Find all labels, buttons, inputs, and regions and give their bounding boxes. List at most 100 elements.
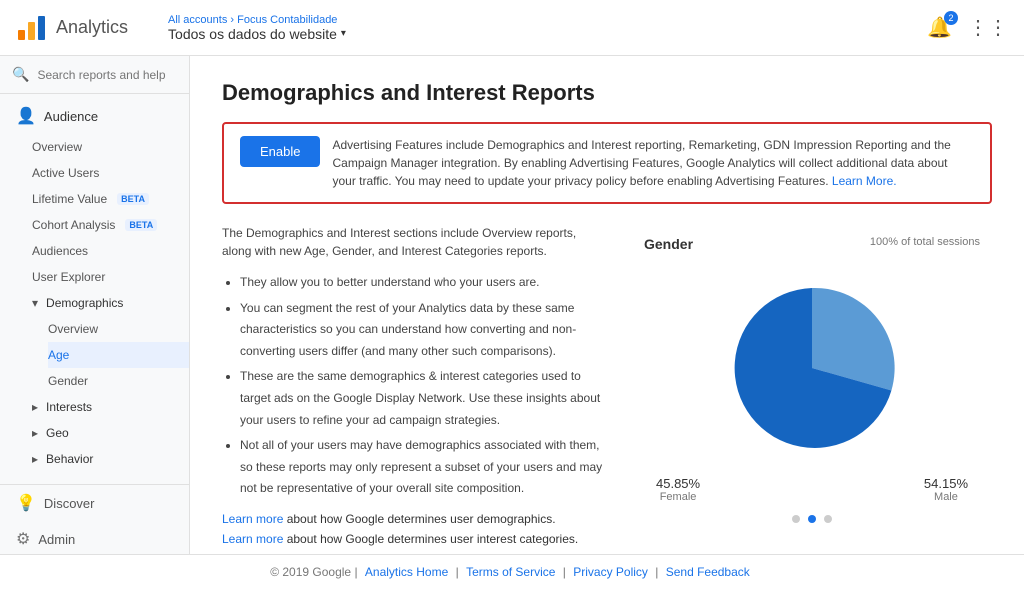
dot-2[interactable] xyxy=(808,515,816,523)
sidebar-discover-label: Discover xyxy=(44,496,95,511)
enable-button[interactable]: Enable xyxy=(240,136,320,167)
breadcrumb: All accounts › Focus Contabilidade xyxy=(168,14,346,26)
enable-description-text: Advertising Features include Demographic… xyxy=(332,136,974,190)
breadcrumb-prefix: All accounts xyxy=(168,14,227,26)
pie-chart xyxy=(712,268,912,468)
sidebar-sub-demographics: Overview Age Gender xyxy=(32,316,189,394)
privacy-link[interactable]: Privacy Policy xyxy=(573,565,648,579)
lifetime-beta-badge: BETA xyxy=(117,193,149,205)
sidebar-item-demographics[interactable]: ▾ Demographics xyxy=(32,290,189,316)
sidebar-audience-label: Audience xyxy=(44,109,98,124)
pie-labels: 45.85% Female 54.15% Male xyxy=(644,476,980,503)
interests-toggle-icon: ▸ xyxy=(32,400,38,414)
toggle-icon: ▾ xyxy=(32,296,38,310)
learn-more-link-2[interactable]: Learn more xyxy=(222,532,283,546)
sidebar: 🔍 👤 Audience Overview Active Users Lifet… xyxy=(0,56,190,554)
link-row-2: Learn more about how Google determines u… xyxy=(222,532,608,546)
sidebar-item-audience[interactable]: 👤 Audience xyxy=(0,98,189,134)
sidebar-demo-overview-label: Overview xyxy=(48,322,98,336)
sidebar-audience-section: 👤 Audience Overview Active Users Lifetim… xyxy=(0,94,189,476)
list-item: These are the same demographics & intere… xyxy=(240,366,608,431)
sidebar-item-audiences[interactable]: Audiences xyxy=(32,238,189,264)
sidebar-item-behavior[interactable]: ▸ Behavior xyxy=(32,446,189,472)
link-row-1: Learn more about how Google determines u… xyxy=(222,512,608,526)
account-selector[interactable]: Todos os dados do website ▾ xyxy=(168,26,346,42)
female-name: Female xyxy=(656,491,700,503)
dot-3[interactable] xyxy=(824,515,832,523)
list-item: You can segment the rest of your Analyti… xyxy=(240,298,608,363)
features-list: They allow you to better understand who … xyxy=(222,272,608,500)
list-item: Not all of your users may have demograph… xyxy=(240,435,608,500)
admin-icon: ⚙ xyxy=(16,529,30,549)
sidebar-demographics-label: Demographics xyxy=(46,296,123,310)
feedback-link[interactable]: Send Feedback xyxy=(666,565,750,579)
sidebar-lifetime-label: Lifetime Value xyxy=(32,192,107,206)
sidebar-item-active-users[interactable]: Active Users xyxy=(32,160,189,186)
female-pct: 45.85% xyxy=(656,476,700,491)
header-actions: 🔔 2 ⋮⋮ xyxy=(927,15,1008,40)
main-content: Demographics and Interest Reports Enable… xyxy=(190,56,1024,554)
analytics-home-link[interactable]: Analytics Home xyxy=(365,565,448,579)
sidebar-audiences-label: Audiences xyxy=(32,244,88,258)
sidebar-item-lifetime-value[interactable]: Lifetime Value BETA xyxy=(32,186,189,212)
sidebar-item-discover[interactable]: 💡 Discover xyxy=(0,485,189,521)
analytics-logo-icon xyxy=(16,12,48,44)
female-label: 45.85% Female xyxy=(656,476,700,503)
sidebar-item-interests[interactable]: ▸ Interests xyxy=(32,394,189,420)
list-item: They allow you to better understand who … xyxy=(240,272,608,294)
sidebar-user-explorer-label: User Explorer xyxy=(32,270,105,284)
pie-svg xyxy=(712,268,912,468)
chart-subtitle: 100% of total sessions xyxy=(870,236,980,252)
sidebar-cohort-label: Cohort Analysis xyxy=(32,218,115,232)
terms-link[interactable]: Terms of Service xyxy=(466,565,555,579)
discover-icon: 💡 xyxy=(16,493,36,513)
enable-section: Enable Advertising Features include Demo… xyxy=(222,122,992,204)
search-input[interactable] xyxy=(37,68,177,82)
info-links: Learn more about how Google determines u… xyxy=(222,512,608,554)
sidebar-item-cohort[interactable]: Cohort Analysis BETA xyxy=(32,212,189,238)
enable-learn-more-link[interactable]: Learn More. xyxy=(832,174,897,188)
sidebar-active-users-label: Active Users xyxy=(32,166,99,180)
cohort-beta-badge: BETA xyxy=(125,219,157,231)
sidebar-item-overview[interactable]: Overview xyxy=(32,134,189,160)
sidebar-interests-label: Interests xyxy=(46,400,92,414)
sidebar-admin-label: Admin xyxy=(38,532,75,547)
apps-button[interactable]: ⋮⋮ xyxy=(968,15,1008,40)
sidebar-item-demo-gender[interactable]: Gender xyxy=(48,368,189,394)
sidebar-item-demo-overview[interactable]: Overview xyxy=(48,316,189,342)
sidebar-item-user-explorer[interactable]: User Explorer xyxy=(32,264,189,290)
chart-title: Gender xyxy=(644,236,693,252)
chevron-down-icon: ▾ xyxy=(341,28,346,39)
copyright: © 2019 Google xyxy=(270,565,351,579)
sidebar-item-demo-age[interactable]: Age xyxy=(48,342,189,368)
sidebar-search-area[interactable]: 🔍 xyxy=(0,56,189,94)
header-nav: All accounts › Focus Contabilidade Todos… xyxy=(168,14,346,42)
intro-text: The Demographics and Interest sections i… xyxy=(222,224,608,260)
male-pct: 54.15% xyxy=(924,476,968,491)
sidebar-demo-age-label: Age xyxy=(48,348,69,362)
info-column: The Demographics and Interest sections i… xyxy=(222,224,608,554)
main-layout: 🔍 👤 Audience Overview Active Users Lifet… xyxy=(0,56,1024,554)
chart-column: Gender 100% of total sessions xyxy=(632,224,992,554)
chart-title-row: Gender 100% of total sessions xyxy=(644,236,980,252)
sidebar-geo-label: Geo xyxy=(46,426,69,440)
sidebar-sub-audience: Overview Active Users Lifetime Value BET… xyxy=(0,134,189,472)
sidebar-overview-label: Overview xyxy=(32,140,82,154)
logo-area: Analytics xyxy=(16,12,152,44)
notifications-button[interactable]: 🔔 2 xyxy=(927,15,952,40)
breadcrumb-account[interactable]: Focus Contabilidade xyxy=(237,14,337,26)
dot-1[interactable] xyxy=(792,515,800,523)
sidebar-demo-gender-label: Gender xyxy=(48,374,88,388)
learn-more-link-1[interactable]: Learn more xyxy=(222,512,283,526)
app-title: Analytics xyxy=(56,17,128,38)
sidebar-item-admin[interactable]: ⚙ Admin xyxy=(0,521,189,554)
search-icon: 🔍 xyxy=(12,66,29,83)
sidebar-bottom: 💡 Discover ⚙ Admin xyxy=(0,484,189,554)
two-col-layout: The Demographics and Interest sections i… xyxy=(222,224,992,554)
geo-toggle-icon: ▸ xyxy=(32,426,38,440)
sidebar-item-geo[interactable]: ▸ Geo xyxy=(32,420,189,446)
sidebar-behavior-label: Behavior xyxy=(46,452,93,466)
account-name: Todos os dados do website xyxy=(168,26,337,42)
notif-badge: 2 xyxy=(944,11,958,25)
behavior-toggle-icon: ▸ xyxy=(32,452,38,466)
